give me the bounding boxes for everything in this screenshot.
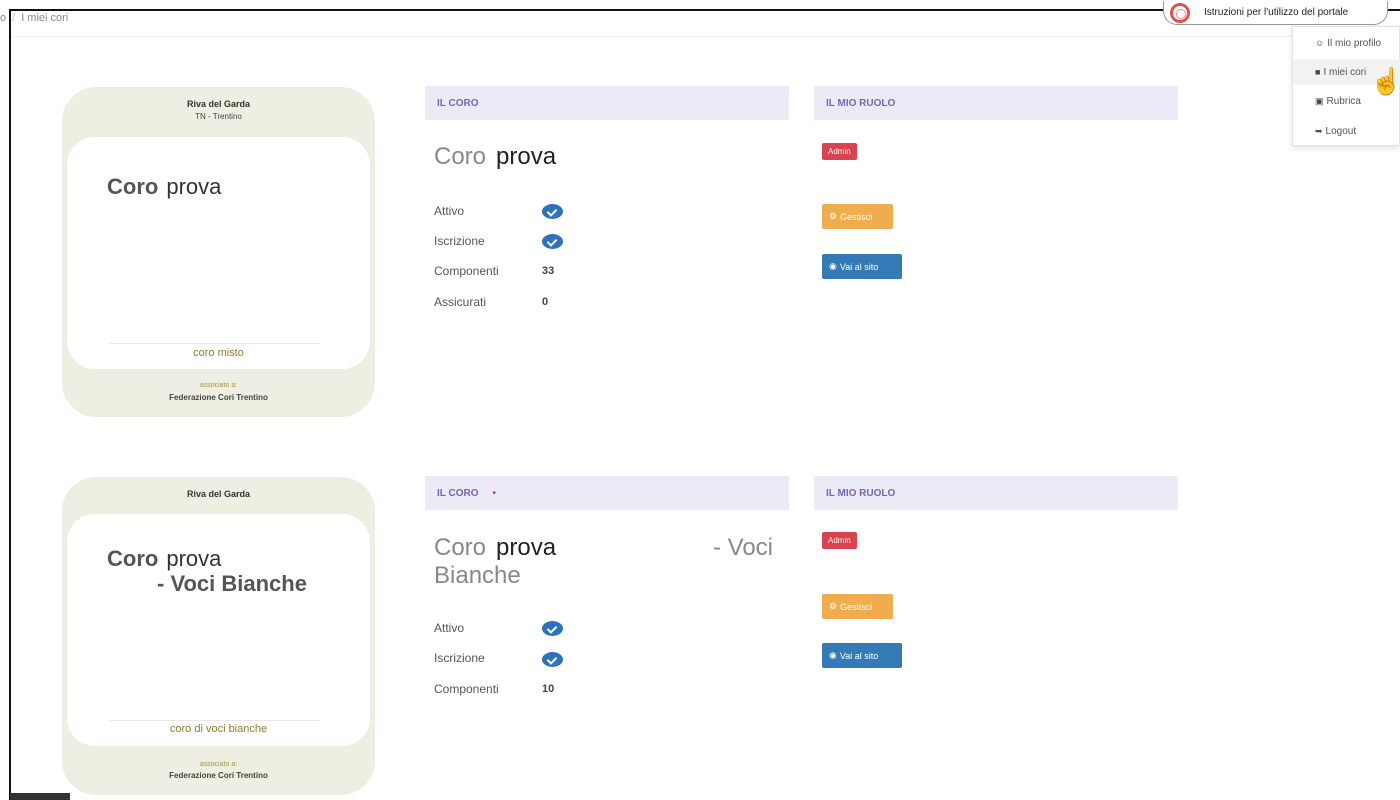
help-button[interactable]: Istruzioni per l'utilizzo del portale: [1163, 1, 1388, 25]
menu-item-label: Logout: [1325, 125, 1357, 137]
menu-item-label: Rubrica: [1326, 95, 1361, 107]
check-icon: [542, 204, 563, 219]
globe-icon: ◉: [829, 261, 837, 271]
choir-card-assoc-label: associato a:: [199, 761, 238, 768]
choir-card-name: Coro prova: [107, 174, 221, 200]
choir-card-assoc: Federazione Cori Trentino: [169, 771, 268, 780]
manage-button[interactable]: ⚙ Gestisci: [822, 594, 893, 619]
choir-card-name-main: prova: [166, 546, 222, 571]
stat-label-members: Componenti: [434, 264, 499, 278]
stat-label-members: Componenti: [434, 682, 499, 696]
divider: [109, 720, 319, 721]
choir-panel-header-label: IL CORO: [437, 97, 479, 109]
breadcrumb-separator: /: [12, 12, 16, 24]
choir-panel-header: IL CORO •: [425, 476, 789, 510]
choir-card-city: Riva del Garda: [186, 489, 251, 499]
choir-card-name-prefix: Coro: [107, 546, 159, 571]
divider: [109, 343, 319, 344]
choir-title-name: prova: [496, 143, 557, 170]
admin-badge: Admin: [822, 143, 857, 160]
choir-card-name-suffix: - Voci Bianche: [157, 571, 307, 596]
choir-card-name: Coro prova: [107, 546, 221, 572]
choir-title-suffix: - Voci: [712, 534, 773, 561]
stat-value-members: 33: [542, 265, 555, 277]
role-panel-header-label: IL MIO RUOLO: [826, 487, 896, 499]
manage-button-label: Gestisci: [840, 211, 873, 222]
choir-title-prefix: Coro: [434, 534, 487, 561]
role-panel-header: IL MIO RUOLO: [814, 86, 1178, 120]
role-panel-header: IL MIO RUOLO: [814, 476, 1178, 510]
book-icon: ■: [1315, 67, 1321, 77]
lifebuoy-icon: [1170, 2, 1190, 23]
role-panel-header-label: IL MIO RUOLO: [826, 97, 896, 109]
menu-item-label: I miei cori: [1323, 66, 1367, 78]
choir-card-name-main: prova: [166, 174, 222, 199]
logout-icon: ➥: [1315, 125, 1323, 136]
visit-site-button-label: Vai al sito: [839, 261, 879, 272]
choir-card-body: Coro prova - Voci Bianche coro di voci bi…: [67, 514, 370, 746]
breadcrumb: o / I miei cori: [0, 12, 68, 24]
gear-icon: ⚙: [829, 211, 838, 221]
stat-label-registration: Iscrizione: [434, 234, 485, 248]
choir-title-line2: Bianche: [434, 562, 521, 589]
help-button-label: Istruzioni per l'utilizzo del portale: [1204, 7, 1349, 18]
choir-title: Coro prova: [434, 143, 556, 171]
choir-card-body: Coro prova coro misto: [67, 137, 370, 369]
taskbar-fragment: [10, 793, 70, 800]
globe-icon: ◉: [829, 650, 837, 660]
check-icon: [542, 234, 563, 249]
stat-label-insured: Assicurati: [434, 295, 487, 309]
address-book-icon: ▣: [1315, 95, 1324, 106]
manage-button-label: Gestisci: [840, 601, 873, 612]
stat-label-active: Attivo: [434, 204, 465, 218]
manage-button[interactable]: ⚙ Gestisci: [822, 204, 893, 229]
choir-card-city: Riva del Garda: [186, 99, 251, 109]
visit-site-button-label: Vai al sito: [839, 650, 879, 661]
stat-value-members: 10: [542, 683, 555, 695]
gear-icon: ⚙: [829, 601, 838, 611]
required-dot: •: [492, 487, 496, 499]
check-icon: [542, 652, 563, 667]
breadcrumb-prev[interactable]: o: [0, 12, 6, 24]
choir-title: Coro prova - Voci Bianche: [434, 534, 779, 590]
choir-card-name-prefix: Coro: [107, 174, 159, 199]
choir-card-type: coro misto: [193, 347, 244, 359]
choir-card-assoc: Federazione Cori Trentino: [169, 393, 268, 402]
menu-item-logout[interactable]: ➥ Logout: [1293, 118, 1400, 144]
breadcrumb-current: I miei cori: [21, 12, 69, 24]
choir-card-type: coro di voci bianche: [169, 723, 268, 735]
visit-site-button[interactable]: ◉ Vai al sito: [822, 254, 902, 279]
window-border-left: [9, 10, 11, 800]
choir-panel-header: IL CORO: [425, 86, 789, 120]
stat-label-registration: Iscrizione: [434, 651, 485, 665]
check-icon: [542, 621, 563, 636]
choir-title-name: prova: [496, 534, 557, 561]
choir-panel-header-label: IL CORO: [437, 487, 479, 499]
menu-item-label: Il mio profilo: [1327, 37, 1382, 49]
choir-card[interactable]: Riva del Garda TN - Trentino Coro prova c…: [62, 87, 375, 417]
choir-card[interactable]: Riva del Garda Coro prova - Voci Bianche …: [62, 477, 375, 795]
user-icon: ☺: [1315, 38, 1325, 48]
page: o / I miei cori Istruzioni per l'utilizzo …: [0, 0, 1400, 800]
visit-site-button[interactable]: ◉ Vai al sito: [822, 643, 902, 668]
stat-label-active: Attivo: [434, 621, 465, 635]
header-divider: [11, 36, 1400, 37]
admin-badge: Admin: [822, 532, 857, 549]
menu-item-profile[interactable]: ☺ Il mio profilo: [1293, 30, 1400, 56]
stat-value-insured: 0: [542, 296, 549, 308]
choir-card-assoc-label: associato a:: [199, 382, 238, 389]
choir-title-prefix: Coro: [434, 143, 487, 170]
hand-cursor-icon: ☝: [1370, 66, 1400, 96]
choir-card-province: TN - Trentino: [195, 112, 242, 121]
